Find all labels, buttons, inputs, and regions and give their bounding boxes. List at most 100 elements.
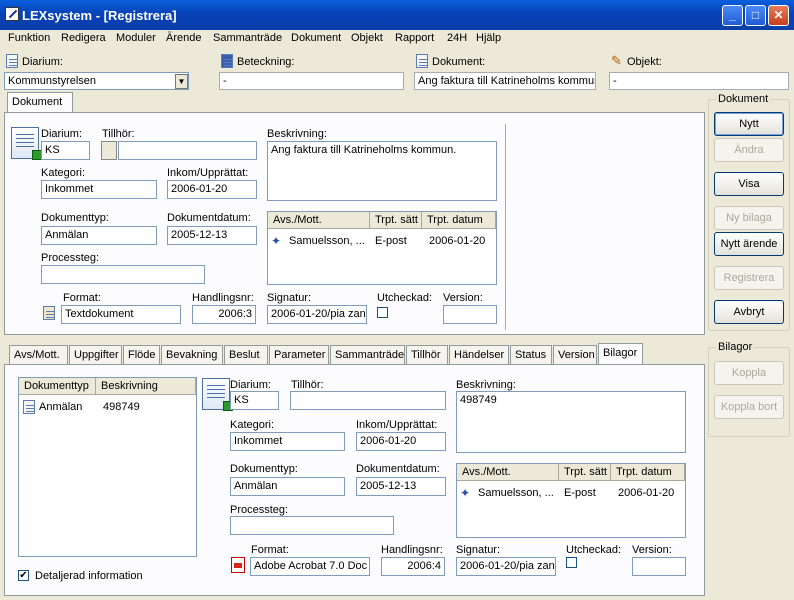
bil-format-label: Format: [251,544,289,556]
bil-kategori-field[interactable]: Inkommet [230,432,345,451]
tab-beslut[interactable]: Beslut [224,345,268,364]
tab-version[interactable]: Version [553,345,597,364]
top-beteckning-field[interactable]: - [219,72,404,90]
doc-utcheckad-label: Utcheckad: [377,292,433,304]
doc-beskrivning-field[interactable]: Ang faktura till Katrineholms kommun. [267,141,497,201]
bilagor-list[interactable]: Dokumenttyp Beskrivning Anmälan 498749 [18,377,197,557]
menu-24h[interactable]: 24H [447,32,467,44]
menu-funktion[interactable]: Funktion [8,32,50,44]
doc-doktyp-field[interactable]: Anmälan [41,226,157,245]
bil-processteg-label: Processteg: [230,504,289,516]
tillhor-picker-button[interactable] [101,141,117,160]
doc-processteg-label: Processteg: [41,252,100,264]
bil-dokdatum-field[interactable]: 2005-12-13 [356,477,446,496]
bil-utcheckad-checkbox[interactable] [566,557,577,568]
tab-status[interactable]: Status [510,345,552,364]
menu-moduler[interactable]: Moduler [116,32,156,44]
bil-version-field[interactable] [632,557,686,576]
bil-processteg-field[interactable] [230,516,394,535]
bil-tillhor-field[interactable] [290,391,446,410]
menu-dokument[interactable]: Dokument [291,32,341,44]
bil-handlingsnr-field[interactable]: 2006:4 [381,557,445,576]
doc-handlingsnr-field[interactable]: 2006:3 [192,305,256,324]
visa-button[interactable]: Visa [714,172,784,196]
koppla-button[interactable]: Koppla [714,361,784,385]
bil-kategori-label: Kategori: [230,419,275,431]
table-row[interactable]: ✦ Samuelsson, ... E-post 2006-01-20 [268,232,496,250]
top-diarium-combo[interactable]: Kommunstyrelsen [4,72,189,90]
title-bar[interactable]: LEXsystem - [Registrera] _ □ ✕ [0,0,794,30]
col-dokumenttyp[interactable]: Dokumenttyp [19,378,96,395]
bil-diarium-field[interactable]: KS [230,391,279,410]
col-avs[interactable]: Avs./Mott. [457,464,559,481]
document-icon [202,378,233,411]
doc-diarium-field[interactable]: KS [41,141,90,160]
bil-avs-grid[interactable]: Avs./Mott. Trpt. sätt Trpt. datum ✦ Samu… [456,463,686,538]
tab-uppgifter[interactable]: Uppgifter [69,345,122,364]
detaljerad-checkbox[interactable]: ✔ [18,570,29,581]
bil-format-field[interactable]: Adobe Acrobat 7.0 Doc [250,557,370,576]
close-button[interactable]: ✕ [768,5,789,26]
chevron-down-icon[interactable]: ▼ [175,74,188,89]
tab-handelser[interactable]: Händelser [449,345,509,364]
menu-rapport[interactable]: Rapport [395,32,434,44]
doc-processteg-field[interactable] [41,265,205,284]
tab-tillhor[interactable]: Tillhör [406,345,448,364]
doc-signatur-field[interactable]: 2006-01-20/pia zan [267,305,367,324]
registrera-button[interactable]: Registrera [714,266,784,290]
tab-sammantrade[interactable]: Sammanträde [330,345,405,364]
nytt-arende-button[interactable]: Nytt ärende [714,232,784,256]
col-trpt-satt[interactable]: Trpt. sätt [370,212,422,229]
maximize-button[interactable]: □ [745,5,766,26]
doc-tillhor-field[interactable] [118,141,257,160]
bil-beskrivning-field[interactable]: 498749 [456,391,686,453]
cell-trpt-datum: 2006-01-20 [618,487,675,499]
cell-trpt-satt: E-post [564,487,596,499]
tab-bilagor[interactable]: Bilagor [598,343,643,364]
col-beskrivning[interactable]: Beskrivning [96,378,196,395]
koppla-bort-button[interactable]: Koppla bort [714,395,784,419]
list-item[interactable]: Anmälan 498749 [19,398,196,416]
doc-utcheckad-checkbox[interactable] [377,307,388,318]
dokument-group-label: Dokument [716,93,771,105]
col-trpt-satt[interactable]: Trpt. sätt [559,464,611,481]
doc-inkom-field[interactable]: 2006-01-20 [167,180,257,199]
top-dokument-field[interactable]: Ang faktura till Katrineholms kommun. [414,72,596,90]
bil-inkom-field[interactable]: 2006-01-20 [356,432,446,451]
col-avs[interactable]: Avs./Mott. [268,212,370,229]
doc-handlingsnr-label: Handlingsnr: [192,292,254,304]
doc-signatur-label: Signatur: [267,292,312,304]
doc-avs-grid[interactable]: Avs./Mott. Trpt. sätt Trpt. datum ✦ Samu… [267,211,497,285]
book-icon [221,54,233,68]
nytt-button[interactable]: Nytt [714,112,784,136]
doc-kategori-field[interactable]: Inkommet [41,180,157,199]
tab-bevakning[interactable]: Bevakning [161,345,223,364]
minimize-button[interactable]: _ [722,5,743,26]
avbryt-button[interactable]: Avbryt [714,300,784,324]
menu-objekt[interactable]: Objekt [351,32,383,44]
top-objekt-field[interactable]: - [609,72,789,90]
menu-hjalp[interactable]: Hjälp [476,32,501,44]
bil-doktyp-label: Dokumenttyp: [230,463,298,475]
bil-signatur-field[interactable]: 2006-01-20/pia zan [456,557,556,576]
col-trpt-datum[interactable]: Trpt. datum [422,212,496,229]
bil-utcheckad-label: Utcheckad: [566,544,622,556]
menu-sammantrade[interactable]: Sammanträde [213,32,282,44]
tab-avs-mott[interactable]: Avs/Mott. [9,345,68,364]
menu-arende[interactable]: Ärende [166,32,201,44]
top-beteckning-label: Beteckning: [237,56,295,68]
table-row[interactable]: ✦ Samuelsson, ... E-post 2006-01-20 [457,484,685,502]
doc-dokdatum-field[interactable]: 2005-12-13 [167,226,257,245]
col-trpt-datum[interactable]: Trpt. datum [611,464,685,481]
tab-parameter[interactable]: Parameter [269,345,329,364]
doc-format-field[interactable]: Textdokument [61,305,181,324]
doc-version-field[interactable] [443,305,497,324]
menu-redigera[interactable]: Redigera [61,32,106,44]
tab-dokument[interactable]: Dokument [7,92,73,113]
tab-flode[interactable]: Flöde [123,345,160,364]
bil-doktyp-field[interactable]: Anmälan [230,477,345,496]
ny-bilaga-button[interactable]: Ny bilaga [714,206,784,230]
doc-beskrivning-label: Beskrivning: [267,128,327,140]
bil-dokdatum-label: Dokumentdatum: [356,463,440,475]
andra-button[interactable]: Ändra [714,138,784,162]
